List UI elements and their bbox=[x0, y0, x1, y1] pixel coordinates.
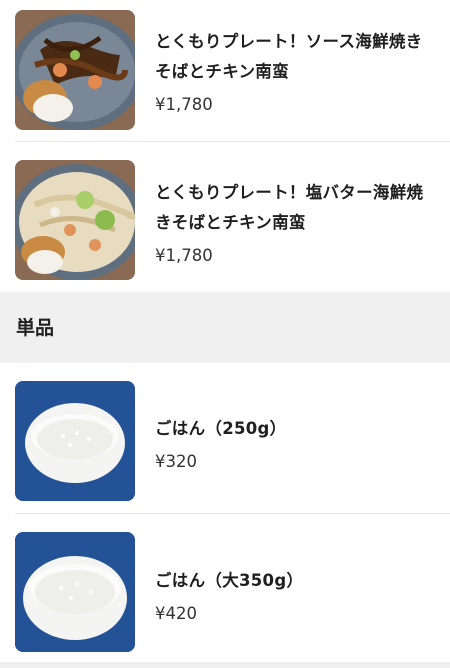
item-price: ¥420 bbox=[155, 604, 197, 623]
item-price: ¥1,780 bbox=[155, 246, 213, 265]
item-info: ごはん（250g） ¥320 bbox=[155, 414, 435, 473]
section-title: 単品 bbox=[16, 317, 55, 339]
item-price: ¥320 bbox=[155, 452, 197, 471]
item-info: ごはん（大350g） ¥420 bbox=[155, 566, 435, 625]
item-photo-yakisoba-sauce bbox=[15, 10, 135, 130]
menu-item-yakisoba-sauce[interactable]: とくもりプレート！ソース海鮮焼きそばとチキン南蛮 ¥1,780 bbox=[0, 0, 450, 141]
item-photo-rice-bowl-large bbox=[15, 532, 135, 652]
item-photo-yakisoba-salt-butter bbox=[15, 160, 135, 280]
item-info: とくもりプレート！ソース海鮮焼きそばとチキン南蛮 ¥1,780 bbox=[155, 27, 435, 116]
item-price: ¥1,780 bbox=[155, 95, 213, 114]
item-name: とくもりプレート！ソース海鮮焼きそばとチキン南蛮 bbox=[155, 32, 423, 81]
item-photo-rice-bowl bbox=[15, 381, 135, 501]
item-name: ごはん（大350g） bbox=[155, 571, 304, 590]
menu-item-rice-250[interactable]: ごはん（250g） ¥320 bbox=[0, 363, 450, 513]
menu-item-yakisoba-salt-butter[interactable]: とくもりプレート！塩バター海鮮焼きそばとチキン南蛮 ¥1,780 bbox=[0, 142, 450, 292]
bottom-divider bbox=[0, 662, 450, 668]
item-name: ごはん（250g） bbox=[155, 419, 287, 438]
menu-item-rice-350[interactable]: ごはん（大350g） ¥420 bbox=[0, 514, 450, 662]
item-name: とくもりプレート！塩バター海鮮焼きそばとチキン南蛮 bbox=[155, 183, 424, 232]
menu-list: とくもりプレート！ソース海鮮焼きそばとチキン南蛮 ¥1,780 とくもりプレート… bbox=[0, 0, 450, 668]
item-info: とくもりプレート！塩バター海鮮焼きそばとチキン南蛮 ¥1,780 bbox=[155, 178, 435, 267]
section-header: 単品 bbox=[0, 292, 450, 363]
